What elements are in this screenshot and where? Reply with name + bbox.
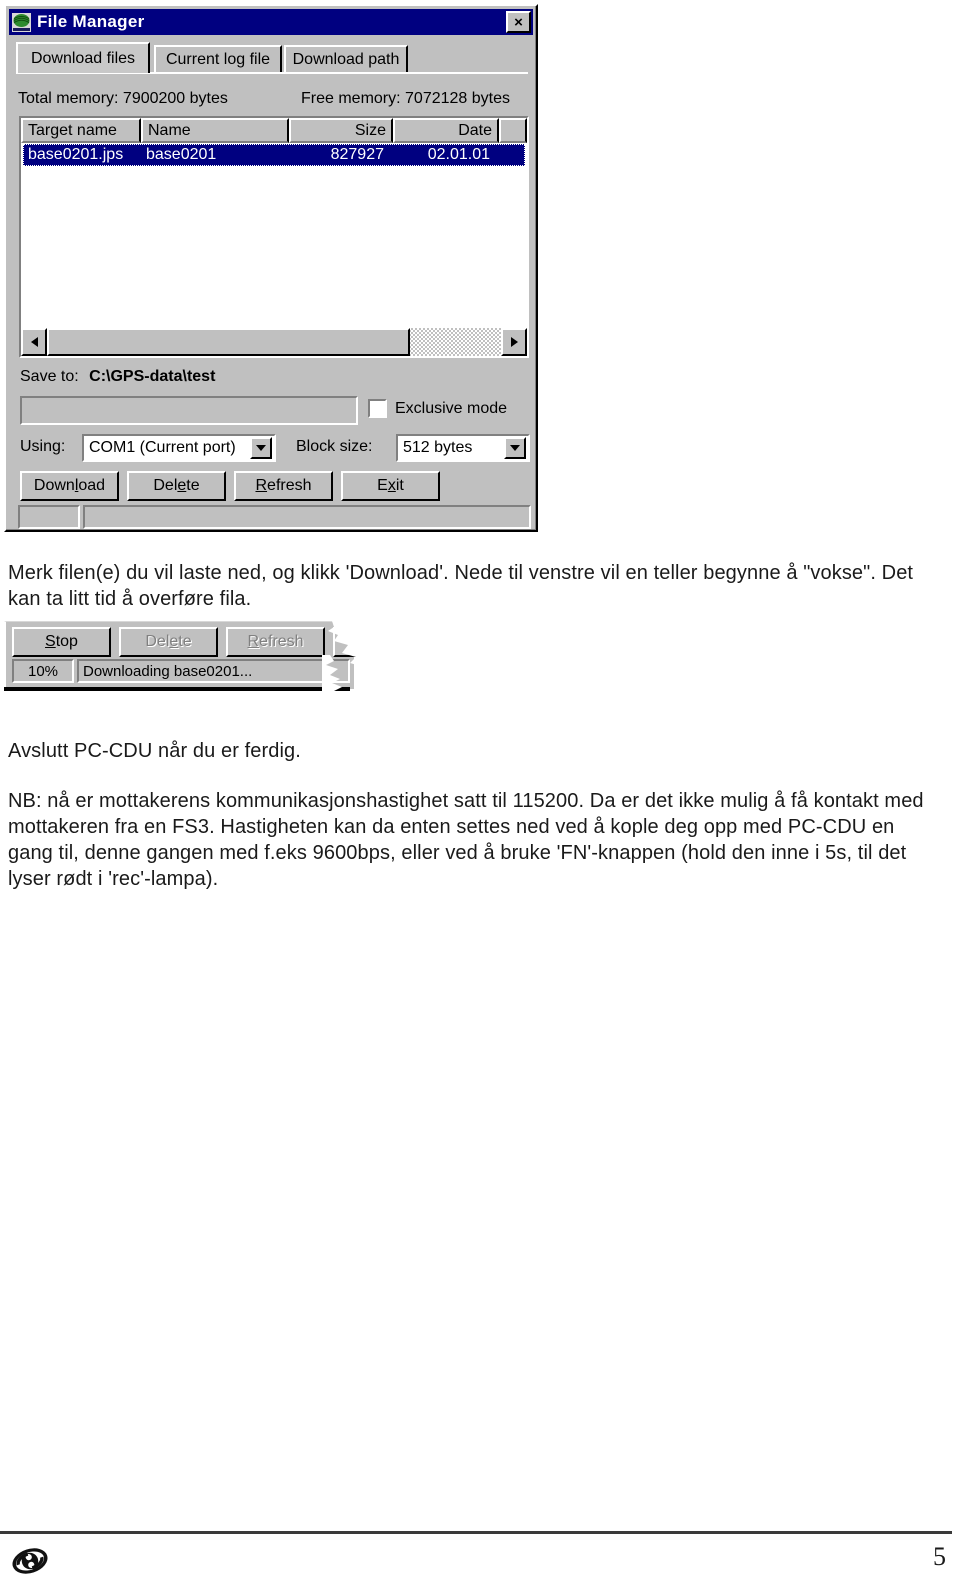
save-to-row: Save to: C:\GPS-data\test xyxy=(20,368,215,386)
using-label: Using: xyxy=(20,438,66,455)
fragment-clipped-button[interactable] xyxy=(333,627,363,657)
column-header-size[interactable]: Size xyxy=(289,118,393,143)
exclusive-mode-label: Exclusive mode xyxy=(395,399,508,417)
status-percent xyxy=(18,505,80,529)
block-size-value: 512 bytes xyxy=(403,439,473,456)
paragraph-avslutt: Avslutt PC-CDU når du er ferdig. xyxy=(8,740,301,762)
fragment-bottom-edge xyxy=(4,687,350,691)
tab-download-path[interactable]: Download path xyxy=(284,45,408,72)
using-value: COM1 (Current port) xyxy=(89,439,236,456)
memory-info: Total memory: 7900200 bytes Free memory:… xyxy=(18,90,538,112)
tab-current-log-file-label: Current log file xyxy=(165,50,271,68)
total-memory-label: Total memory: 7900200 bytes xyxy=(18,90,228,107)
listview-rows: base0201.jps base0201 827927 02.01.01 xyxy=(21,143,527,328)
fragment-status-percent: 10% xyxy=(12,659,74,683)
exclusive-mode-checkbox[interactable]: Exclusive mode xyxy=(368,399,507,418)
column-header-name-label: Name xyxy=(148,121,191,139)
delete-button[interactable]: Delete xyxy=(127,471,226,501)
paragraph-intro: Merk filen(e) du vil laste ned, og klikk… xyxy=(8,562,914,610)
down-arrow-glyph xyxy=(510,445,520,451)
download-button[interactable]: Download xyxy=(20,471,119,501)
dialog-title: File Manager xyxy=(37,12,145,31)
tab-current-log-file[interactable]: Current log file xyxy=(154,45,282,72)
refresh-button[interactable]: Refresh xyxy=(234,471,333,501)
download-progress-fragment: Stop Delete Refresh 10% Downloading base… xyxy=(4,621,384,693)
footer-divider xyxy=(0,1531,952,1534)
port-and-blocksize-row: Using: COM1 (Current port) Block size: 5… xyxy=(20,434,530,462)
horizontal-scrollbar[interactable] xyxy=(21,328,527,356)
app-logo-icon xyxy=(12,12,31,32)
checkbox-box-icon[interactable] xyxy=(368,399,387,418)
block-size-combobox[interactable]: 512 bytes xyxy=(396,434,530,462)
tab-download-files[interactable]: Download files xyxy=(16,42,150,73)
left-arrow-glyph xyxy=(30,337,38,347)
column-header-name[interactable]: Name xyxy=(141,118,289,143)
chevron-down-icon[interactable] xyxy=(250,437,272,459)
paragraph-nb: NB: nå er mottakerens kommunikasjonshast… xyxy=(8,790,924,890)
close-icon[interactable]: × xyxy=(506,11,531,33)
fragment-status-message: Downloading base0201... xyxy=(77,659,350,683)
block-size-label: Block size: xyxy=(296,438,373,455)
scrollbar-track[interactable] xyxy=(47,328,501,356)
column-header-size-label: Size xyxy=(354,121,386,139)
cell-name: base0201 xyxy=(146,146,217,163)
file-listview[interactable]: Target name Name Size Date base0201.jps … xyxy=(19,116,529,358)
action-button-row: Download Delete Refresh Exit xyxy=(20,471,530,501)
company-swirl-logo-icon xyxy=(10,1546,50,1576)
titlebar: File Manager × xyxy=(9,9,533,35)
fragment-status-bar: 10% Downloading base0201... xyxy=(12,659,350,683)
refresh-button-disabled: Refresh xyxy=(226,627,325,657)
stop-button[interactable]: Stop xyxy=(12,627,111,657)
cell-size: 827927 xyxy=(330,146,384,163)
scrollbar-thumb[interactable] xyxy=(47,328,411,356)
scroll-right-arrow-icon[interactable] xyxy=(501,328,527,356)
using-combobox[interactable]: COM1 (Current port) xyxy=(82,434,276,462)
status-message xyxy=(83,505,531,529)
page-number: 5 xyxy=(933,1542,946,1571)
file-manager-dialog: File Manager × Download files Current lo… xyxy=(4,4,538,532)
column-header-spacer[interactable] xyxy=(499,118,527,143)
scroll-left-arrow-icon[interactable] xyxy=(21,328,47,356)
status-bar xyxy=(18,505,531,529)
tab-strip: Download files Current log file Download… xyxy=(16,42,528,74)
tab-download-path-label: Download path xyxy=(292,50,400,68)
delete-button-disabled: Delete xyxy=(119,627,218,657)
exit-button[interactable]: Exit xyxy=(341,471,440,501)
down-arrow-glyph xyxy=(256,445,266,451)
column-header-target-name[interactable]: Target name xyxy=(21,118,141,143)
column-header-target-name-label: Target name xyxy=(28,121,117,139)
chevron-down-icon[interactable] xyxy=(504,437,526,459)
cell-date: 02.01.01 xyxy=(427,146,490,163)
save-to-label: Save to: xyxy=(20,368,79,385)
free-memory-label: Free memory: 7072128 bytes xyxy=(301,90,510,107)
table-row[interactable]: base0201.jps base0201 827927 02.01.01 xyxy=(23,144,525,166)
column-header-date[interactable]: Date xyxy=(393,118,499,143)
column-header-date-label: Date xyxy=(458,121,492,139)
fragment-button-row: Stop Delete Refresh xyxy=(12,627,363,657)
download-progress-field xyxy=(20,396,358,425)
tab-download-files-label: Download files xyxy=(30,49,136,67)
listview-header: Target name Name Size Date xyxy=(21,118,527,143)
save-to-path: C:\GPS-data\test xyxy=(89,368,216,385)
right-arrow-glyph xyxy=(510,337,518,347)
cell-target-name: base0201.jps xyxy=(28,146,124,163)
